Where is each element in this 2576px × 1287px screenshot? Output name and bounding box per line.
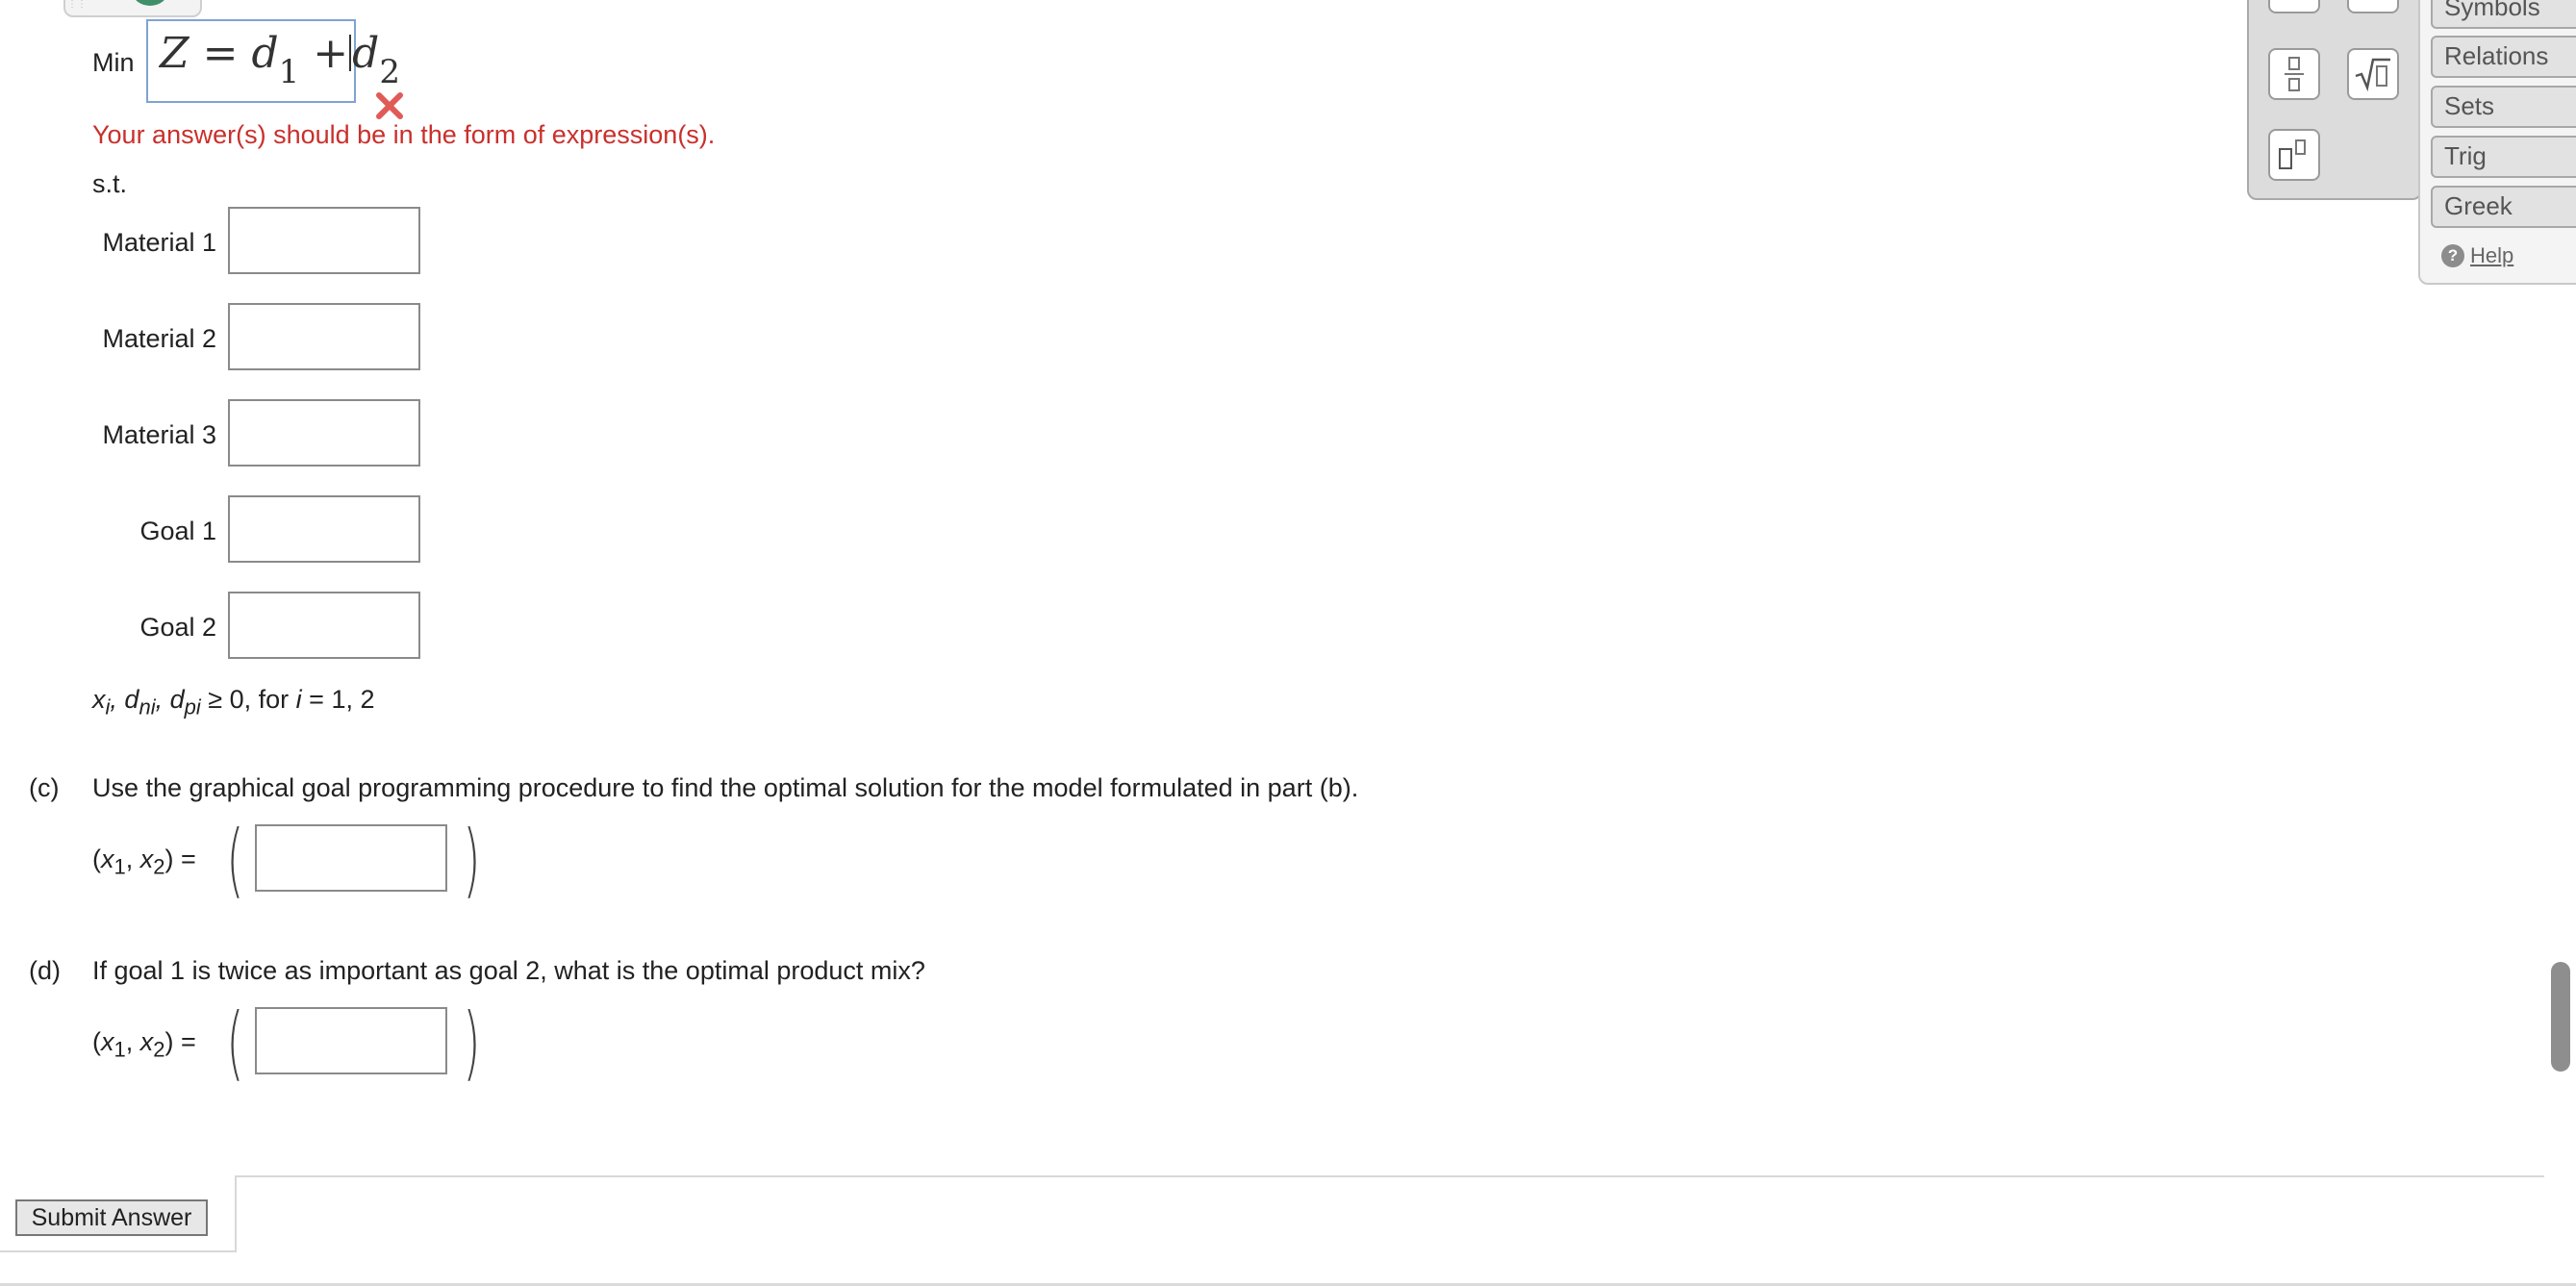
right-paren-glyph: )	[463, 996, 481, 1090]
divider	[0, 1250, 237, 1252]
z-symbol: Z	[160, 29, 189, 78]
x1-var: x	[101, 845, 114, 873]
help-link[interactable]: ? Help	[2441, 243, 2513, 268]
error-x-icon	[376, 92, 403, 119]
part-d-pair-label: (x1, x2) =	[92, 1026, 196, 1063]
material-1-input[interactable]	[228, 207, 420, 274]
material-2-input[interactable]	[228, 303, 420, 370]
divider	[0, 1283, 2576, 1286]
subscript-2: 2	[379, 53, 400, 91]
fraction-glyph	[2285, 57, 2304, 91]
x2-var: x	[139, 1027, 154, 1056]
subscript-1: 1	[278, 53, 300, 91]
sqrt-icon[interactable]	[2347, 48, 2399, 100]
equals-sign: =	[202, 29, 239, 78]
part-d-question: If goal 1 is twice as important as goal …	[92, 956, 925, 985]
tab-greek[interactable]: Greek	[2431, 186, 2576, 228]
submit-answer-button[interactable]: Submit Answer	[15, 1199, 208, 1236]
status-circle-icon	[133, 0, 167, 6]
help-label: Help	[2470, 243, 2514, 267]
part-c-pair-label: (x1, x2) =	[92, 844, 196, 880]
superscript-glyph	[2279, 139, 2306, 169]
objective-expression-input[interactable]: Z = d1 +d2	[146, 19, 400, 103]
part-c-letter: (c)	[29, 773, 60, 802]
nonnegativity-constraint: xi, dni, dpi ≥ 0, for i = 1, 2	[92, 684, 374, 720]
divider	[235, 1175, 237, 1252]
ni-subscript: ni	[139, 694, 156, 719]
close-paren-equals: ) =	[164, 845, 196, 873]
part-d-answer-input[interactable]	[255, 1007, 447, 1074]
comma: ,	[155, 685, 164, 714]
open-paren: (	[92, 1027, 101, 1056]
palette-button-top-1[interactable]	[2268, 0, 2320, 13]
sub-1: 1	[114, 854, 126, 879]
comma: ,	[125, 1027, 134, 1056]
math-palette	[2247, 0, 2422, 200]
sub-2: 2	[153, 1037, 165, 1062]
range-text: = 1, 2	[309, 685, 375, 714]
material-3-label: Material 3	[102, 420, 216, 449]
part-c-question: Use the graphical goal programming proce…	[92, 773, 1359, 802]
part-c-answer-input[interactable]	[255, 824, 447, 892]
goal-2-input[interactable]	[228, 592, 420, 659]
min-label: Min	[92, 48, 135, 77]
d-symbol: d	[352, 29, 380, 78]
sqrt-glyph	[2355, 58, 2390, 91]
text-cursor	[349, 35, 352, 71]
d-symbol: d	[251, 29, 279, 78]
open-paren: (	[92, 845, 101, 873]
fraction-icon[interactable]	[2268, 48, 2320, 100]
subject-to-label: s.t.	[92, 169, 128, 198]
left-paren-glyph: (	[226, 813, 244, 907]
goal-1-label: Goal 1	[139, 517, 216, 545]
help-icon: ?	[2441, 244, 2464, 267]
pi-subscript: pi	[184, 694, 201, 719]
superscript-icon[interactable]	[2268, 129, 2320, 181]
i-var: i	[295, 685, 302, 714]
goal-1-input[interactable]	[228, 495, 420, 563]
comma: ,	[110, 685, 117, 714]
x1-var: x	[101, 1027, 114, 1056]
tab-sets[interactable]: Sets	[2431, 86, 2576, 128]
nonneg-text: ≥ 0, for	[208, 685, 290, 714]
drag-handle-icon[interactable]: ⋮⋮	[67, 0, 87, 10]
d-var: d	[169, 685, 185, 714]
x2-var: x	[139, 845, 154, 873]
left-paren-glyph: (	[226, 996, 244, 1090]
material-1-label: Material 1	[102, 228, 216, 257]
palette-button-top-2[interactable]	[2347, 0, 2399, 13]
x-var: x	[92, 685, 106, 714]
plus-sign: +	[313, 29, 349, 78]
right-paren-glyph: )	[463, 813, 481, 907]
material-3-input[interactable]	[228, 399, 420, 467]
tab-trig[interactable]: Trig	[2431, 136, 2576, 178]
floating-toolbar[interactable]: ⋮⋮	[63, 0, 202, 17]
tab-relations[interactable]: Relations	[2431, 36, 2576, 78]
part-d-letter: (d)	[29, 956, 61, 985]
material-2-label: Material 2	[102, 324, 216, 353]
sub-2: 2	[153, 854, 165, 879]
sub-1: 1	[114, 1037, 126, 1062]
divider	[236, 1175, 2544, 1177]
error-message: Your answer(s) should be in the form of …	[92, 120, 716, 149]
scrollbar-thumb[interactable]	[2551, 962, 2570, 1072]
tab-symbols[interactable]: Symbols	[2431, 0, 2576, 29]
comma: ,	[125, 845, 134, 873]
goal-2-label: Goal 2	[139, 613, 216, 642]
d-var: d	[124, 685, 139, 714]
close-paren-equals: ) =	[164, 1027, 196, 1056]
